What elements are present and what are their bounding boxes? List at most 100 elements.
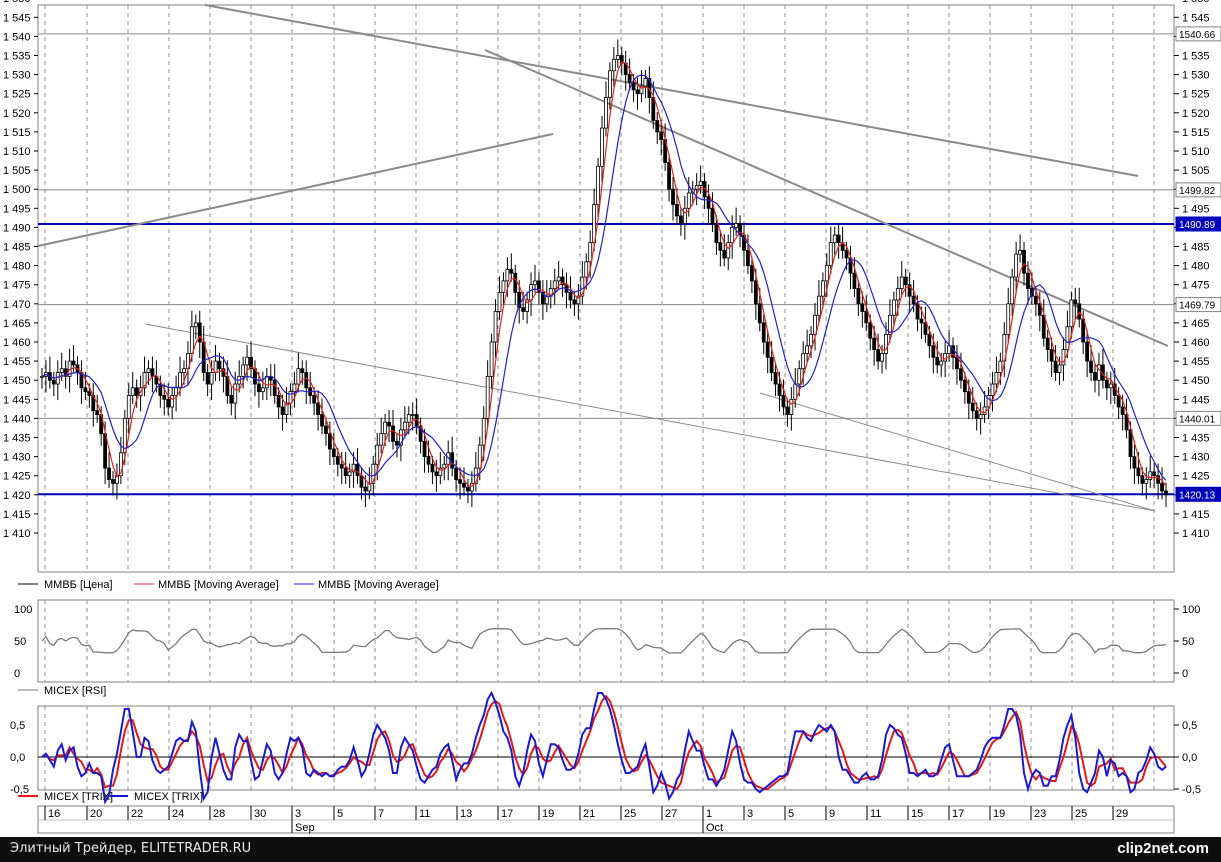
y-tick-label: 1 515: [3, 127, 31, 139]
candle-body: [339, 463, 344, 469]
candle-body: [359, 475, 364, 488]
candle-body: [402, 421, 407, 431]
date-tick-label: 19: [542, 808, 554, 820]
y-tick-label: 1 515: [1182, 127, 1210, 139]
price-legend-label: ММВБ [Цена]: [44, 579, 113, 591]
candle-body: [939, 360, 944, 366]
candle-body: [485, 375, 490, 419]
date-tick-label: 16: [48, 808, 60, 820]
candle-body: [245, 356, 249, 366]
candle-body: [749, 265, 754, 282]
ma-fast-legend-label: ММВБ [Moving Average]: [158, 579, 279, 591]
trix-tick-label: 0,0: [10, 752, 25, 764]
candle-body: [970, 402, 975, 412]
y-tick-label: 1 420: [3, 490, 31, 502]
chart-canvas: 1 5501 5501 5451 5451 5401 5401 5351 535…: [3, 0, 1221, 834]
candle-body: [174, 387, 178, 396]
y-tick-label: 1 510: [1182, 146, 1210, 158]
candle-body: [292, 383, 297, 393]
candle-body: [533, 280, 537, 286]
candle-body: [959, 368, 963, 381]
candle-body: [481, 417, 486, 446]
trix-tick-label: 0,5: [1182, 720, 1197, 732]
candle-body: [998, 360, 1003, 373]
trix-tick-label: 0,5: [10, 720, 25, 732]
candle-body: [1132, 456, 1137, 469]
candle-body: [1010, 276, 1015, 305]
candle-body: [872, 337, 877, 351]
y-tick-label: 1 530: [1182, 70, 1210, 82]
candle-body: [379, 433, 384, 446]
date-tick-label: 22: [131, 808, 143, 820]
candle-body: [217, 360, 222, 370]
ma-slow-legend-label: ММВБ [Moving Average]: [318, 579, 439, 591]
y-tick-label: 1 470: [3, 299, 31, 311]
rsi-tick-label: 50: [1182, 636, 1194, 648]
candle-body: [513, 272, 518, 293]
candle-body: [781, 395, 786, 408]
candle-body: [635, 89, 640, 95]
candle-body: [1077, 303, 1082, 320]
y-tick-label: 1 485: [1182, 242, 1210, 254]
candle-body: [51, 379, 56, 385]
candle-body: [71, 360, 76, 366]
y-tick-label: 1 535: [1182, 51, 1210, 63]
candle-body: [777, 383, 782, 396]
month-label: Oct: [706, 822, 723, 834]
date-tick-label: 27: [665, 808, 677, 820]
candle-body: [1093, 372, 1097, 381]
candle-body: [828, 242, 833, 266]
candle-body: [505, 269, 510, 282]
candle-body: [1156, 475, 1161, 484]
candle-body: [974, 410, 979, 419]
candle-body: [166, 398, 171, 408]
candle-body: [1116, 395, 1121, 408]
y-tick-label: 1 525: [1182, 89, 1210, 101]
candle-body: [679, 215, 683, 224]
candle-body: [162, 395, 167, 400]
y-tick-label: 1 435: [3, 433, 31, 445]
candle-body: [966, 391, 971, 404]
candle-body: [430, 463, 435, 473]
candle-body: [722, 249, 727, 259]
candle-body: [852, 272, 857, 289]
rsi-tick-label: 0: [14, 668, 20, 680]
candle-body: [55, 372, 60, 385]
y-tick-label: 1 550: [1182, 0, 1210, 5]
candle-body: [903, 276, 908, 286]
candle-body: [911, 295, 916, 305]
candle-body: [343, 467, 348, 477]
candle-body: [182, 368, 186, 373]
trix-legend: MICEX [TRIX] MICEX [TRIX]: [18, 791, 203, 803]
candle-body: [410, 414, 415, 416]
candle-body: [761, 322, 766, 343]
candle-body: [686, 192, 691, 209]
y-tick-label: 1 480: [3, 261, 31, 273]
date-tick-label: 1: [706, 808, 712, 820]
candle-body: [919, 318, 924, 324]
candle-body: [923, 322, 928, 335]
candle-body: [466, 486, 470, 492]
candle-body: [355, 463, 360, 477]
candle-body: [462, 482, 466, 488]
date-tick-label: 3: [295, 808, 301, 820]
date-tick-label: 11: [419, 808, 430, 820]
candle-body: [1104, 379, 1109, 389]
candle-body: [832, 234, 837, 244]
candle-body: [209, 372, 214, 385]
candle-body: [962, 379, 967, 393]
candle-body: [769, 356, 774, 373]
rsi-pane-frame: [37, 599, 1175, 683]
candle-body: [1140, 475, 1145, 484]
candle-body: [836, 234, 841, 244]
price-pane: 1 5501 5501 5451 5451 5401 5401 5351 535…: [3, 0, 1221, 573]
y-tick-label: 1 475: [1182, 280, 1210, 292]
y-tick-label: 1 525: [3, 89, 31, 101]
date-tick-label: 5: [337, 808, 343, 820]
y-tick-label: 1 415: [1182, 509, 1210, 521]
candle-body: [627, 74, 632, 83]
rsi-legend: MICEX [RSI]: [18, 685, 106, 697]
candle-body: [130, 387, 135, 396]
date-tick-label: 5: [788, 808, 794, 820]
y-tick-label: 1 500: [3, 184, 31, 196]
